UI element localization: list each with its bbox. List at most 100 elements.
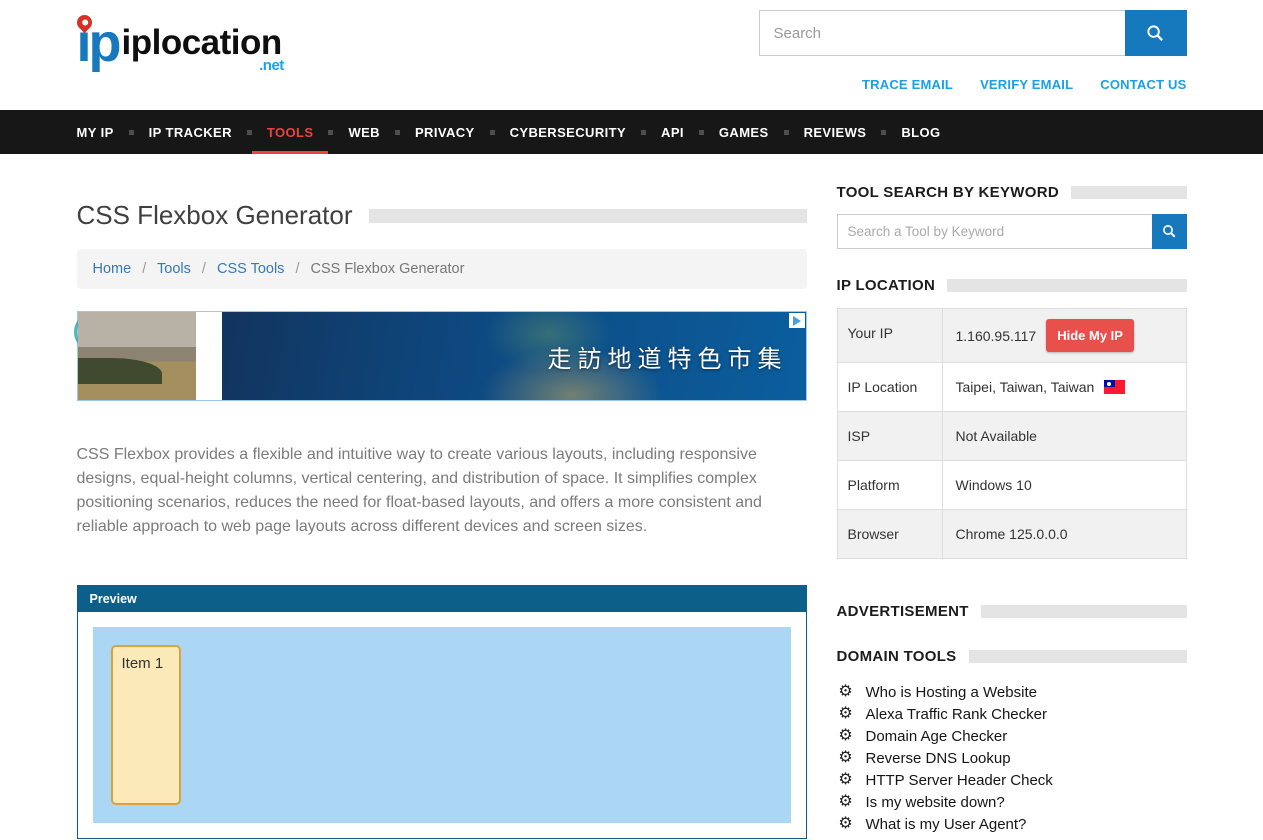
isp-value: Not Available	[956, 428, 1037, 444]
row-label: IP Location	[838, 363, 943, 411]
platform-value: Windows 10	[956, 477, 1032, 493]
header-search	[759, 10, 1187, 56]
your-ip-value: 1.160.95.117	[956, 328, 1037, 344]
nav-item-cybersecurity[interactable]: CYBERSECURITY	[495, 110, 641, 154]
flex-item: Item 1	[111, 645, 181, 805]
gear-icon: ⚙	[837, 794, 855, 810]
gear-icon: ⚙	[837, 750, 855, 766]
site-header: ip iplocation .net	[0, 0, 1263, 110]
tool-search	[837, 214, 1187, 249]
tool-link-domain-age[interactable]: Domain Age Checker	[866, 728, 1008, 745]
table-row-browser: Browser Chrome 125.0.0.0	[838, 510, 1186, 558]
breadcrumb-home[interactable]: Home	[93, 261, 132, 277]
breadcrumb-separator: /	[295, 261, 299, 277]
page-description: CSS Flexbox provides a flexible and intu…	[77, 443, 807, 539]
header-search-input[interactable]	[759, 10, 1125, 56]
preview-header: Preview	[78, 586, 806, 612]
table-row-ip-location: IP Location Taipei, Taiwan, Taiwan	[838, 363, 1186, 412]
list-item: ⚙ Is my website down?	[837, 791, 1187, 813]
domain-tools-list: ⚙ Who is Hosting a Website ⚙ Alexa Traff…	[837, 681, 1187, 835]
nav-item-privacy[interactable]: PRIVACY	[400, 110, 490, 154]
hide-my-ip-button[interactable]: Hide My IP	[1046, 319, 1134, 352]
heading-decor-bar	[981, 605, 1187, 618]
ad-photo	[78, 312, 196, 400]
ip-location-heading: IP LOCATION	[837, 277, 936, 294]
nav-item-blog[interactable]: BLOG	[886, 110, 955, 154]
tool-link-http-header[interactable]: HTTP Server Header Check	[866, 772, 1053, 789]
table-row-your-ip: Your IP 1.160.95.117 Hide My IP	[838, 309, 1186, 363]
nav-item-ip-tracker[interactable]: IP TRACKER	[134, 110, 247, 154]
advertisement-heading: ADVERTISEMENT	[837, 603, 969, 620]
list-item: ⚙ Who is Hosting a Website	[837, 681, 1187, 703]
adchoices-icon[interactable]	[789, 313, 805, 328]
nav-item-web[interactable]: WEB	[333, 110, 395, 154]
nav-item-api[interactable]: API	[646, 110, 699, 154]
flex-preview-container: Item 1	[93, 627, 791, 823]
ad-text: 走訪地道特色市集	[548, 339, 788, 374]
breadcrumb-current: CSS Flexbox Generator	[311, 261, 465, 277]
main-content: CSS Flexbox Generator Home / Tools / CSS…	[77, 154, 807, 839]
nav-item-tools[interactable]: TOOLS	[252, 110, 329, 154]
ad-image: 走訪地道特色市集	[222, 312, 806, 400]
tool-link-user-agent[interactable]: What is my User Agent?	[866, 816, 1027, 833]
heading-decor-bar	[1071, 186, 1187, 199]
top-link-verify-email[interactable]: VERIFY EMAIL	[980, 77, 1073, 92]
nav-item-reviews[interactable]: REVIEWS	[789, 110, 882, 154]
header-right: TRACE EMAIL VERIFY EMAIL CONTACT US	[759, 10, 1187, 92]
preview-panel: Preview Item 1	[77, 585, 807, 839]
logo-text: iplocation	[122, 23, 282, 62]
top-link-contact-us[interactable]: CONTACT US	[1100, 77, 1186, 92]
list-item: ⚙ Domain Age Checker	[837, 725, 1187, 747]
nav-item-my-ip[interactable]: MY IP	[77, 110, 129, 154]
page-title: CSS Flexbox Generator	[77, 200, 353, 231]
heading-decor-bar	[947, 279, 1186, 292]
search-icon	[1162, 224, 1177, 239]
row-label: Platform	[838, 461, 943, 509]
gear-icon: ⚙	[837, 772, 855, 788]
ip-info-table: Your IP 1.160.95.117 Hide My IP IP Locat…	[837, 308, 1187, 559]
title-decor-bar	[369, 209, 807, 223]
tool-link-reverse-dns[interactable]: Reverse DNS Lookup	[866, 750, 1011, 767]
tool-search-button[interactable]	[1152, 214, 1187, 249]
tool-search-heading: TOOL SEARCH BY KEYWORD	[837, 184, 1059, 201]
breadcrumb: Home / Tools / CSS Tools / CSS Flexbox G…	[77, 249, 807, 289]
search-icon	[1146, 24, 1165, 43]
tool-search-input[interactable]	[837, 214, 1152, 249]
gear-icon: ⚙	[837, 728, 855, 744]
list-item: ⚙ What is my User Agent?	[837, 813, 1187, 835]
sidebar: TOOL SEARCH BY KEYWORD IP LOCATION	[837, 154, 1187, 839]
logo[interactable]: ip iplocation .net	[77, 12, 282, 92]
breadcrumb-tools[interactable]: Tools	[157, 261, 191, 277]
browser-value: Chrome 125.0.0.0	[956, 526, 1068, 542]
tool-link-website-down[interactable]: Is my website down?	[866, 794, 1005, 811]
logo-wordmark: iplocation .net	[122, 12, 282, 74]
row-label: Your IP	[838, 309, 943, 362]
list-item: ⚙ HTTP Server Header Check	[837, 769, 1187, 791]
breadcrumb-separator: /	[142, 261, 146, 277]
ad-gap	[196, 312, 222, 400]
table-row-isp: ISP Not Available	[838, 412, 1186, 461]
preview-body: Item 1	[78, 612, 806, 838]
main-nav: MY IP IP TRACKER TOOLS WEB PRIVACY CYBER…	[0, 110, 1263, 154]
ip-location-value: Taipei, Taiwan, Taiwan	[956, 379, 1095, 395]
breadcrumb-separator: /	[202, 261, 206, 277]
top-link-trace-email[interactable]: TRACE EMAIL	[862, 77, 953, 92]
gear-icon: ⚙	[837, 684, 855, 700]
list-item: ⚙ Reverse DNS Lookup	[837, 747, 1187, 769]
nav-item-games[interactable]: GAMES	[704, 110, 784, 154]
domain-tools-heading: DOMAIN TOOLS	[837, 648, 957, 665]
gear-icon: ⚙	[837, 706, 855, 722]
header-search-button[interactable]	[1125, 10, 1187, 56]
row-label: ISP	[838, 412, 943, 460]
logo-ip-icon: ip	[77, 12, 122, 74]
table-row-platform: Platform Windows 10	[838, 461, 1186, 510]
ad-banner[interactable]: 走訪地道特色市集	[77, 311, 807, 401]
taiwan-flag-icon	[1104, 380, 1125, 394]
page: ip iplocation .net	[0, 0, 1263, 839]
gear-icon: ⚙	[837, 816, 855, 832]
tool-link-alexa-rank[interactable]: Alexa Traffic Rank Checker	[866, 706, 1047, 723]
tool-link-who-is-hosting[interactable]: Who is Hosting a Website	[866, 684, 1037, 701]
row-label: Browser	[838, 510, 943, 558]
top-links: TRACE EMAIL VERIFY EMAIL CONTACT US	[759, 77, 1187, 92]
breadcrumb-css-tools[interactable]: CSS Tools	[217, 261, 284, 277]
